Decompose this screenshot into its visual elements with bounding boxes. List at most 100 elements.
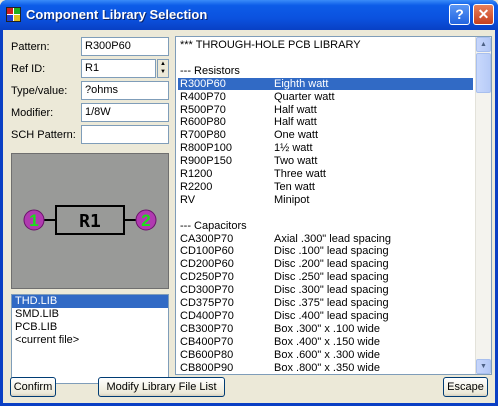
component-row[interactable] (178, 207, 473, 219)
component-pattern: *** THROUGH-HOLE PCB LIBRARY (180, 39, 361, 51)
component-row[interactable]: R600P80 Half watt (178, 116, 473, 128)
component-row[interactable]: R400P70 Quarter watt (178, 91, 473, 103)
app-icon (6, 7, 21, 22)
component-description: Box .400" x .150 wide (274, 335, 381, 348)
component-row[interactable]: CD375P70 Disc .375" lead spacing (178, 297, 473, 309)
library-item[interactable]: <current file> (12, 334, 168, 347)
component-description: 1½ watt (274, 142, 313, 155)
component-description: Eighth watt (274, 77, 329, 90)
component-pattern: R300P60 (180, 77, 226, 90)
component-row[interactable]: R800P100 1½ watt (178, 142, 473, 154)
component-pattern: CD375P70 (180, 297, 234, 309)
component-description: Quarter watt (274, 90, 335, 103)
component-pattern: CD400P70 (180, 309, 234, 322)
footprint-preview: 1 2 R1 (11, 153, 169, 289)
component-row[interactable]: CD250P70 Disc .250" lead spacing (178, 271, 473, 283)
help-button[interactable]: ? (449, 4, 470, 25)
component-row[interactable]: *** THROUGH-HOLE PCB LIBRARY (178, 39, 473, 51)
component-pattern: CD200P60 (180, 258, 234, 271)
component-description: Disc .250" lead spacing (274, 271, 389, 284)
window-title: Component Library Selection (26, 7, 208, 22)
component-row[interactable]: R2200 Ten watt (178, 181, 473, 193)
component-description: Disc .300" lead spacing (274, 284, 389, 297)
close-button[interactable]: ✕ (473, 4, 494, 25)
component-row[interactable]: R300P60 Eighth watt (178, 77, 473, 90)
confirm-button[interactable]: Confirm (10, 377, 56, 397)
component-pattern: --- Capacitors (180, 219, 247, 232)
sch-pattern-label: SCH Pattern: (11, 129, 76, 141)
dialog-window: Component Library Selection ? ✕ Pattern:… (0, 0, 498, 406)
pin-2-label: 2 (141, 211, 150, 230)
component-description: Minipot (274, 193, 310, 206)
component-pattern: R800P100 (180, 142, 232, 155)
component-description: Two watt (274, 155, 318, 168)
component-pattern: --- Resistors (180, 64, 240, 77)
type-label: Type/value: (11, 85, 68, 97)
refid-field[interactable]: R1 (81, 59, 156, 78)
component-description: Box .600" x .300 wide (274, 348, 381, 361)
type-value-field[interactable]: ?ohms (81, 81, 169, 100)
pattern-label: Pattern: (11, 41, 50, 53)
component-pattern: R600P80 (180, 116, 226, 129)
component-description: Half watt (274, 116, 317, 129)
ref-designator-label: R1 (79, 211, 101, 232)
component-pattern: CD100P60 (180, 245, 234, 258)
component-row[interactable]: --- Capacitors (178, 220, 473, 232)
component-description: Box .300" x .100 wide (274, 322, 381, 335)
pin-1-label: 1 (29, 211, 38, 230)
spin-down-icon[interactable]: ▼ (158, 68, 168, 76)
component-row[interactable]: CA300P70 Axial .300" lead spacing (178, 233, 473, 245)
modifier-label: Modifier: (11, 107, 54, 119)
component-pattern: CB400P70 (180, 335, 234, 348)
refid-spinner[interactable]: ▲ ▼ (157, 59, 169, 78)
component-row[interactable]: R500P70 Half watt (178, 104, 473, 116)
title-bar[interactable]: Component Library Selection ? ✕ (0, 0, 498, 30)
component-pattern: R2200 (180, 180, 213, 193)
component-row[interactable]: R1200 Three watt (178, 168, 473, 180)
component-description: Ten watt (274, 180, 315, 193)
escape-button[interactable]: Escape (443, 377, 488, 397)
library-item[interactable]: SMD.LIB (12, 308, 168, 321)
scroll-thumb[interactable] (476, 53, 491, 93)
component-pattern: CD250P70 (180, 271, 234, 284)
component-row[interactable]: CD200P60 Disc .200" lead spacing (178, 258, 473, 270)
component-pattern: CA300P70 (180, 232, 234, 245)
component-pattern: R900P150 (180, 155, 232, 168)
component-row[interactable]: CD400P70 Disc .400" lead spacing (178, 310, 473, 322)
component-row[interactable]: CB400P70 Box .400" x .150 wide (178, 336, 473, 348)
component-row[interactable]: CD300P70 Disc .300" lead spacing (178, 284, 473, 296)
component-row[interactable]: CB800P90 Box .800" x .350 wide (178, 362, 473, 374)
component-description: Disc .400" lead spacing (274, 309, 389, 322)
component-row[interactable]: CB300P70 Box .300" x .100 wide (178, 323, 473, 335)
library-item[interactable]: THD.LIB (12, 295, 168, 308)
refid-label: Ref ID: (11, 63, 46, 75)
sch-pattern-field[interactable] (81, 125, 169, 144)
component-row[interactable] (178, 52, 473, 64)
dialog-body: Pattern: R300P60 Ref ID: R1 ▲ ▼ Type/val… (3, 30, 495, 403)
component-list[interactable]: *** THROUGH-HOLE PCB LIBRARY --- Resistor… (175, 36, 492, 375)
library-item[interactable]: PCB.LIB (12, 321, 168, 334)
component-description: Axial .300" lead spacing (274, 232, 392, 245)
component-pattern: R400P70 (180, 90, 226, 103)
modify-library-button[interactable]: Modify Library File List (98, 377, 225, 397)
component-pattern: R1200 (180, 168, 213, 180)
component-description: Three watt (274, 168, 326, 180)
component-pattern: R700P80 (180, 129, 226, 142)
component-row[interactable]: CB600P80 Box .600" x .300 wide (178, 349, 473, 361)
scroll-down-icon[interactable]: ▼ (476, 359, 491, 374)
modifier-field[interactable]: 1/8W (81, 103, 169, 122)
component-row[interactable]: R900P150 Two watt (178, 155, 473, 167)
spin-up-icon[interactable]: ▲ (158, 60, 168, 68)
component-description: Disc .100" lead spacing (274, 245, 389, 258)
component-row[interactable]: CD100P60 Disc .100" lead spacing (178, 245, 473, 257)
resistor-footprint-graphic: 1 2 R1 (23, 205, 157, 235)
library-list[interactable]: THD.LIB SMD.LIB PCB.LIB <current file> (11, 294, 169, 384)
pattern-field[interactable]: R300P60 (81, 37, 169, 56)
component-row[interactable]: RV Minipot (178, 194, 473, 206)
component-pattern: CD300P70 (180, 284, 234, 297)
component-pattern: CB300P70 (180, 322, 234, 335)
scroll-up-icon[interactable]: ▲ (476, 37, 491, 52)
vertical-scrollbar[interactable]: ▲ ▼ (475, 37, 491, 374)
component-row[interactable]: R700P80 One watt (178, 129, 473, 141)
component-row[interactable]: --- Resistors (178, 65, 473, 77)
